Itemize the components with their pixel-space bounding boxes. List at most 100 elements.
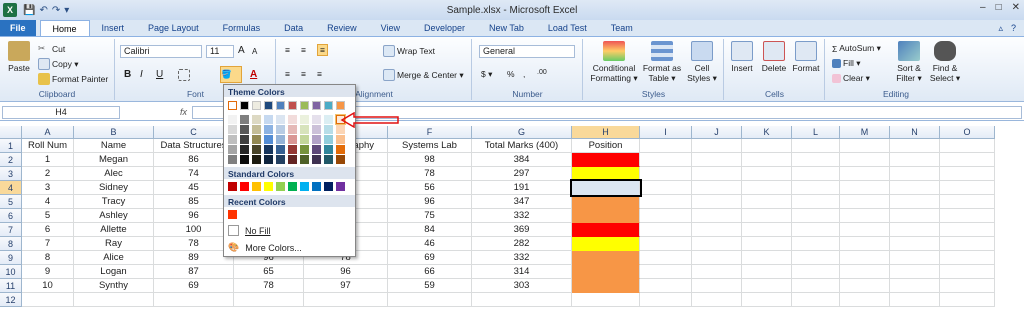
tab-team[interactable]: Team xyxy=(599,20,645,36)
theme-shade-swatch[interactable] xyxy=(252,125,261,134)
theme-shade-swatch[interactable] xyxy=(324,135,333,144)
cell[interactable]: 100 xyxy=(154,223,234,237)
align-bottom-button[interactable]: ≡ xyxy=(317,44,328,56)
cell[interactable] xyxy=(692,251,742,265)
cell[interactable] xyxy=(742,209,792,223)
column-header-h[interactable]: H xyxy=(572,126,640,139)
select-all-corner[interactable] xyxy=(0,126,22,139)
tab-data[interactable]: Data xyxy=(272,20,315,36)
number-format-combo[interactable]: General xyxy=(479,45,575,58)
borders-button[interactable] xyxy=(178,69,190,81)
cell[interactable] xyxy=(640,293,692,307)
column-header-i[interactable]: I xyxy=(640,126,692,139)
sort-filter-button[interactable]: Sort & Filter ▾ xyxy=(892,41,926,83)
clear-button[interactable]: Clear ▾ xyxy=(832,73,870,84)
cell[interactable] xyxy=(640,223,692,237)
tab-home[interactable]: Home xyxy=(39,20,90,36)
cell[interactable] xyxy=(890,181,940,195)
cell[interactable]: Logan xyxy=(74,265,154,279)
theme-shade-swatch[interactable] xyxy=(276,135,285,144)
column-header-m[interactable]: M xyxy=(840,126,890,139)
tab-formulas[interactable]: Formulas xyxy=(211,20,273,36)
theme-shade-swatch[interactable] xyxy=(252,155,261,164)
cell[interactable] xyxy=(742,167,792,181)
column-title-cell[interactable]: Name xyxy=(74,139,154,153)
cell[interactable] xyxy=(742,181,792,195)
cell[interactable] xyxy=(572,293,640,307)
cell[interactable] xyxy=(940,251,995,265)
bold-button[interactable]: B xyxy=(124,69,131,80)
row-header[interactable]: 7 xyxy=(0,223,22,237)
column-title-cell[interactable]: Total Marks (400) xyxy=(472,139,572,153)
theme-shade-swatch[interactable] xyxy=(264,145,273,154)
theme-color-swatch[interactable] xyxy=(288,101,297,110)
tab-insert[interactable]: Insert xyxy=(90,20,137,36)
cell[interactable] xyxy=(840,265,890,279)
position-color-cell[interactable] xyxy=(572,153,640,167)
cell[interactable] xyxy=(74,293,154,307)
cell[interactable] xyxy=(154,293,234,307)
conditional-formatting-button[interactable]: Conditional Formatting ▾ xyxy=(588,41,640,83)
underline-button[interactable]: U xyxy=(156,69,163,80)
cell[interactable] xyxy=(742,251,792,265)
selected-cell-h4[interactable] xyxy=(570,179,642,197)
cell[interactable]: 332 xyxy=(472,209,572,223)
theme-color-swatch[interactable] xyxy=(324,101,333,110)
name-box[interactable]: H4 xyxy=(2,106,120,119)
cell[interactable]: 46 xyxy=(388,237,472,251)
position-color-cell[interactable] xyxy=(572,223,640,237)
cell[interactable] xyxy=(792,293,840,307)
cell[interactable] xyxy=(640,237,692,251)
cell[interactable] xyxy=(840,251,890,265)
grow-font-button[interactable]: A xyxy=(238,45,245,56)
cell[interactable]: 69 xyxy=(154,279,234,293)
cell[interactable] xyxy=(840,209,890,223)
theme-shade-swatch[interactable] xyxy=(252,135,261,144)
cell[interactable]: 75 xyxy=(388,209,472,223)
cell[interactable] xyxy=(940,209,995,223)
theme-color-swatch[interactable] xyxy=(336,101,345,110)
percent-button[interactable]: % xyxy=(507,69,515,79)
cell[interactable]: 59 xyxy=(388,279,472,293)
position-color-cell[interactable] xyxy=(572,279,640,293)
theme-shade-swatch[interactable] xyxy=(336,135,345,144)
cell[interactable]: 74 xyxy=(154,167,234,181)
cell[interactable]: 8 xyxy=(22,251,74,265)
cell[interactable]: 66 xyxy=(388,265,472,279)
increase-decimal-button[interactable]: .00 xyxy=(537,69,547,76)
column-header-o[interactable]: O xyxy=(940,126,995,139)
copy-button[interactable]: Copy ▾ xyxy=(38,58,78,70)
cell[interactable] xyxy=(692,293,742,307)
cell[interactable]: 384 xyxy=(472,153,572,167)
theme-shade-swatch[interactable] xyxy=(264,125,273,134)
cell[interactable] xyxy=(940,265,995,279)
cell[interactable] xyxy=(792,251,840,265)
theme-color-swatch[interactable] xyxy=(300,101,309,110)
theme-shade-swatch[interactable] xyxy=(300,155,309,164)
row-header[interactable]: 6 xyxy=(0,209,22,223)
row-header[interactable]: 4 xyxy=(0,181,22,195)
row-header[interactable]: 2 xyxy=(0,153,22,167)
cell[interactable] xyxy=(792,167,840,181)
cell[interactable] xyxy=(692,181,742,195)
cell[interactable] xyxy=(742,223,792,237)
row-header[interactable]: 11 xyxy=(0,279,22,293)
cell[interactable] xyxy=(792,195,840,209)
tab-developer[interactable]: Developer xyxy=(412,20,477,36)
cell[interactable] xyxy=(792,139,840,153)
cell[interactable]: 4 xyxy=(22,195,74,209)
position-color-cell[interactable] xyxy=(572,237,640,251)
theme-shade-swatch[interactable] xyxy=(324,145,333,154)
cell[interactable]: Sidney xyxy=(74,181,154,195)
cell[interactable] xyxy=(742,279,792,293)
cell[interactable]: 347 xyxy=(472,195,572,209)
autosum-button[interactable]: Σ AutoSum ▾ xyxy=(832,43,881,54)
cell[interactable] xyxy=(692,195,742,209)
cell[interactable] xyxy=(692,153,742,167)
cell[interactable] xyxy=(640,195,692,209)
cell[interactable]: Megan xyxy=(74,153,154,167)
theme-color-swatch[interactable] xyxy=(240,101,249,110)
cell[interactable] xyxy=(742,153,792,167)
cell[interactable] xyxy=(742,265,792,279)
tab-view[interactable]: View xyxy=(369,20,412,36)
